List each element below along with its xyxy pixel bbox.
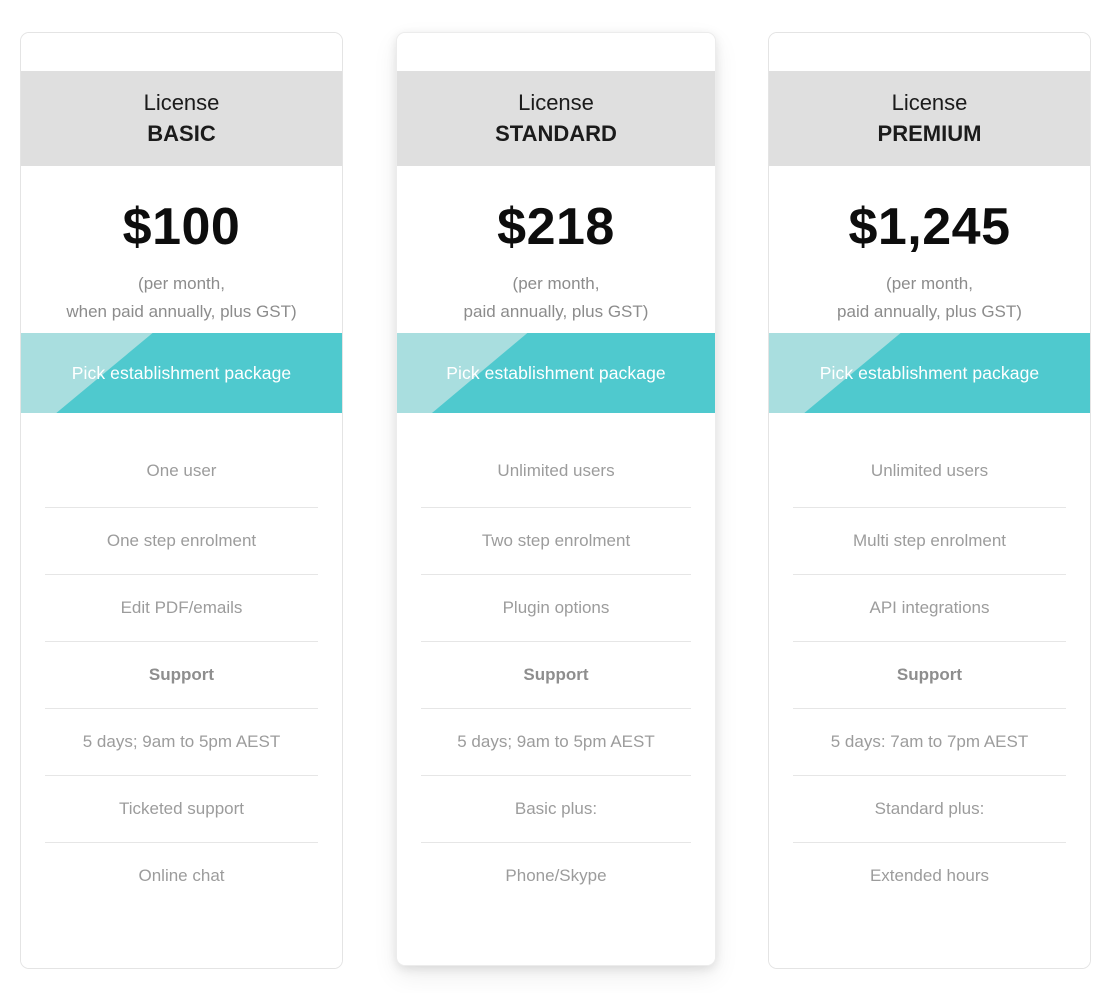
feature-row: 5 days; 9am to 5pm AEST — [45, 708, 318, 775]
pick-establishment-package-button-standard[interactable]: Pick establishment package — [397, 333, 715, 413]
feature-row: Edit PDF/emails — [45, 574, 318, 641]
feature-row-support-heading: Support — [421, 641, 691, 708]
feature-row: Plugin options — [421, 574, 691, 641]
plan-name-label: STANDARD — [495, 120, 617, 146]
price-note-line-1: (per month, — [886, 274, 973, 293]
plan-price: $1,245 — [848, 198, 1011, 256]
card-header-basic: License BASIC — [21, 71, 342, 166]
feature-row: Online chat — [45, 842, 318, 909]
price-note-line-2: paid annually, plus GST) — [837, 302, 1022, 321]
plan-name-label: PREMIUM — [877, 120, 982, 146]
price-note: (per month, when paid annually, plus GST… — [21, 270, 342, 326]
feature-row: Basic plus: — [421, 775, 691, 842]
card-header-standard: License STANDARD — [397, 71, 715, 166]
price-note-line-2: when paid annually, plus GST) — [66, 302, 297, 321]
feature-row: Phone/Skype — [421, 842, 691, 909]
feature-row: One step enrolment — [45, 507, 318, 574]
feature-row: Extended hours — [793, 842, 1066, 909]
feature-row: Ticketed support — [45, 775, 318, 842]
price-note-line-1: (per month, — [512, 274, 600, 293]
plan-price: $218 — [497, 198, 615, 256]
card-top-spacer — [397, 33, 715, 71]
feature-list-standard: Unlimited users Two step enrolment Plugi… — [397, 413, 715, 965]
feature-row: Standard plus: — [793, 775, 1066, 842]
feature-list-premium: Unlimited users Multi step enrolment API… — [769, 413, 1090, 968]
feature-row-support-heading: Support — [793, 641, 1066, 708]
pricing-card-premium: License PREMIUM $1,245 (per month, paid … — [768, 32, 1091, 969]
cta-label: Pick establishment package — [446, 362, 666, 383]
feature-row: 5 days; 9am to 5pm AEST — [421, 708, 691, 775]
price-block-premium: $1,245 (per month, paid annually, plus G… — [769, 166, 1090, 333]
feature-list-basic: One user One step enrolment Edit PDF/ema… — [21, 413, 342, 968]
plan-kind-label: License — [143, 89, 220, 115]
feature-row-support-heading: Support — [45, 641, 318, 708]
plan-price: $100 — [122, 198, 241, 256]
price-note: (per month, paid annually, plus GST) — [397, 270, 715, 326]
feature-row: Unlimited users — [497, 461, 615, 480]
cta-label: Pick establishment package — [71, 362, 292, 383]
feature-row: API integrations — [793, 574, 1066, 641]
pricing-table: License BASIC $100 (per month, when paid… — [0, 0, 1108, 993]
cta-label: Pick establishment package — [819, 362, 1040, 383]
price-block-standard: $218 (per month, paid annually, plus GST… — [397, 166, 715, 333]
feature-row: Multi step enrolment — [793, 507, 1066, 574]
card-top-spacer — [769, 33, 1090, 71]
price-note-line-1: (per month, — [138, 274, 225, 293]
card-header-premium: License PREMIUM — [769, 71, 1090, 166]
pick-establishment-package-button-basic[interactable]: Pick establishment package — [21, 333, 342, 413]
pricing-card-standard: License STANDARD $218 (per month, paid a… — [396, 32, 716, 966]
pricing-card-basic: License BASIC $100 (per month, when paid… — [20, 32, 343, 969]
plan-kind-label: License — [891, 89, 968, 115]
price-note-line-2: paid annually, plus GST) — [463, 302, 649, 321]
card-top-spacer — [21, 33, 342, 71]
feature-row: Unlimited users — [870, 461, 989, 480]
price-block-basic: $100 (per month, when paid annually, plu… — [21, 166, 342, 333]
plan-kind-label: License — [518, 89, 594, 115]
pick-establishment-package-button-premium[interactable]: Pick establishment package — [769, 333, 1090, 413]
feature-row: Two step enrolment — [421, 507, 691, 574]
plan-name-label: BASIC — [147, 120, 216, 146]
feature-row: 5 days: 7am to 7pm AEST — [793, 708, 1066, 775]
feature-row: One user — [146, 461, 217, 480]
price-note: (per month, paid annually, plus GST) — [769, 270, 1090, 326]
